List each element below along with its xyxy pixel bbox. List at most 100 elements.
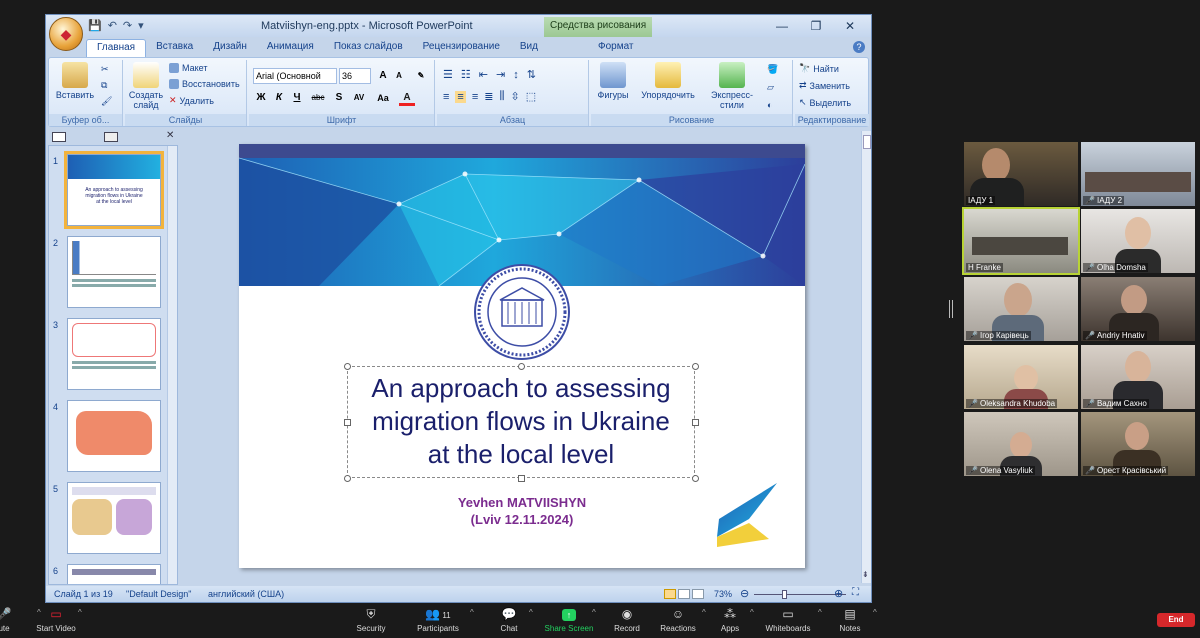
underline-button[interactable]: Ч [289,90,305,106]
scroll-thumb[interactable] [863,135,871,149]
resize-handle[interactable] [344,419,351,426]
language-indicator[interactable]: английский (США) [208,589,284,599]
font-color-button[interactable]: A [399,90,415,106]
resize-handle[interactable] [344,363,351,370]
clear-format-icon[interactable]: ✎ [413,68,429,84]
layout-button[interactable]: Макет [169,63,207,73]
shape-fill-icon[interactable]: 🪣 [767,64,778,75]
tab-home[interactable]: Главная [86,39,147,57]
save-icon[interactable]: 💾 [88,19,102,32]
resize-handle[interactable] [518,475,525,482]
change-case-button[interactable]: Aa [373,90,393,106]
close-pane-icon[interactable]: ✕ [166,130,174,141]
minimize-icon[interactable]: — [765,17,799,35]
next-slide-icon[interactable]: ⇟ [862,570,869,579]
align-right-icon[interactable]: ≡ [472,91,478,103]
tab-view[interactable]: Вид [510,39,548,57]
resize-handle[interactable] [518,363,525,370]
restore-icon[interactable]: ❐ [799,17,833,35]
char-spacing-button[interactable]: AV [349,90,369,106]
slides-tab-icon[interactable] [52,132,66,142]
slideshow-view-icon[interactable] [692,589,704,599]
zoom-slider-thumb[interactable] [782,590,787,599]
tab-slideshow[interactable]: Показ слайдов [324,39,413,57]
video-tile[interactable]: 🎤 Ігор Карівець [964,277,1078,341]
smartart-icon[interactable]: ⬚ [526,90,536,103]
tab-review[interactable]: Рецензирование [413,39,510,57]
select-button[interactable]: ↖ Выделить [799,97,851,108]
video-tile[interactable]: H Franke [962,207,1080,275]
thumbnail-3[interactable]: 3 [51,318,169,396]
justify-icon[interactable]: ≣ [484,90,493,103]
decrease-indent-icon[interactable]: ⇤ [479,68,488,81]
normal-view-icon[interactable] [664,589,676,599]
undo-icon[interactable]: ↶ [108,19,117,32]
arrange-button[interactable]: Упорядочить [637,62,699,100]
video-tile[interactable]: 🎤 Andriy Hnativ [1081,277,1195,341]
resize-handle[interactable] [692,475,699,482]
thumbnail-6[interactable]: 6 [51,564,169,584]
panel-splitter[interactable] [949,300,953,318]
office-button[interactable]: ◆ [49,17,83,51]
italic-button[interactable]: К [271,90,287,106]
grow-font-icon[interactable]: A [375,68,391,84]
numbering-icon[interactable]: ☷ [461,68,471,81]
video-tile[interactable]: 🎤 Olena Vasyliuk [964,412,1078,476]
zoom-out-icon[interactable]: ⊖ [740,587,749,600]
thumbnail-1[interactable]: 1 An approach to assessing migration flow… [51,151,169,232]
participants-chevron-icon[interactable]: ^ [470,608,474,617]
fit-window-icon[interactable]: ⛶ [852,587,859,598]
sorter-view-icon[interactable] [678,589,690,599]
find-button[interactable]: 🔭 Найти [799,63,839,74]
video-tile[interactable]: 🎤 Oleksandra Khudoba [964,345,1078,409]
whiteboards-button[interactable]: ▭ Whiteboards [756,606,820,633]
shapes-button[interactable]: Фигуры [595,62,631,100]
shape-outline-icon[interactable]: ▱ [767,82,774,93]
new-slide-button[interactable]: Создать слайд [127,62,165,110]
tab-format[interactable]: Формат [588,39,644,57]
video-tile[interactable]: ІАДУ 1 [964,142,1078,206]
align-center-icon[interactable]: ≡ [455,90,466,103]
resize-handle[interactable] [344,475,351,482]
tab-insert[interactable]: Вставка [146,39,203,57]
shrink-font-icon[interactable]: A [391,68,407,84]
resize-handle[interactable] [692,419,699,426]
video-tile[interactable]: 🎤 Орест Красівський [1081,412,1195,476]
columns-icon[interactable]: ⫼ [499,90,504,103]
participants-button[interactable]: 👥 11 Participants [406,606,470,633]
delete-slide-button[interactable]: ✕ Удалить [169,95,214,106]
increase-indent-icon[interactable]: ⇥ [496,68,505,81]
zoom-slider[interactable] [754,594,846,595]
video-options-chevron-icon[interactable]: ^ [78,608,82,617]
reset-button[interactable]: Восстановить [169,79,240,89]
redo-icon[interactable]: ↷ [123,19,132,32]
tab-design[interactable]: Дизайн [203,39,257,57]
strikethrough-button[interactable]: abc [307,90,329,106]
cut-icon[interactable]: ✂ [101,64,109,75]
close-icon[interactable]: ✕ [833,17,867,35]
help-icon[interactable]: ? [853,41,865,53]
shape-effects-icon[interactable]: ◐ [767,100,772,110]
security-button[interactable]: ⛨ Security [339,606,403,633]
font-size-select[interactable]: 36 [339,68,371,84]
line-spacing-icon[interactable]: ↕ [513,69,519,81]
video-tile[interactable]: 🎤 Olha Domsha [1081,209,1195,273]
video-tile[interactable]: 🎤 Вадим Сахно [1081,345,1195,409]
bold-button[interactable]: Ж [253,90,269,106]
thumbnail-2[interactable]: 2 [51,236,169,314]
outline-tab-icon[interactable] [104,132,118,142]
thumbnail-5[interactable]: 5 [51,482,169,560]
chat-chevron-icon[interactable]: ^ [529,608,533,617]
align-left-icon[interactable]: ≡ [443,91,449,103]
shadow-button[interactable]: S [331,90,347,106]
format-painter-icon[interactable]: 🖌 [101,96,112,107]
paste-button[interactable]: Вставить [55,62,95,100]
replace-button[interactable]: ⇄ Заменить [799,80,850,91]
quick-styles-button[interactable]: Экспресс-стили [701,62,763,110]
customize-qat-icon[interactable]: ▾ [138,19,144,32]
end-meeting-button[interactable]: End [1157,613,1195,627]
slide-scrollbar[interactable]: ⇟ [861,131,871,583]
apps-chevron-icon[interactable]: ^ [750,608,754,617]
bullets-icon[interactable]: ☰ [443,68,453,81]
zoom-level[interactable]: 73% [714,589,732,599]
